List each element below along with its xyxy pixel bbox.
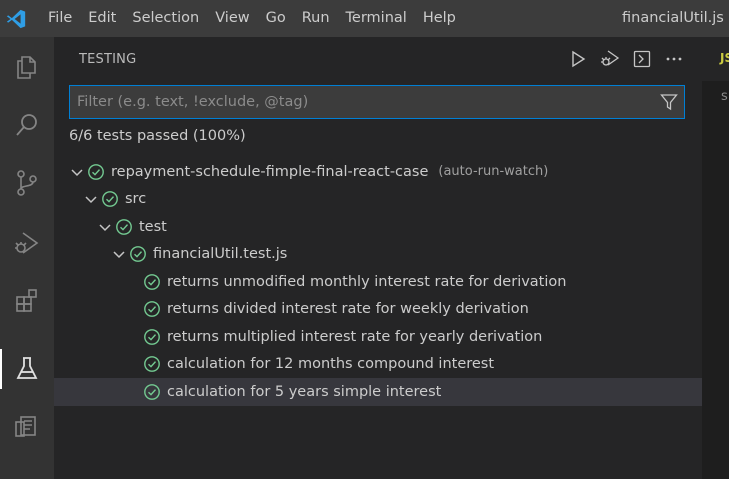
test-passed-icon — [129, 245, 147, 263]
sidebar-title: TESTING — [79, 52, 137, 67]
run-debug-icon[interactable] — [0, 219, 54, 267]
remote-explorer-icon[interactable] — [0, 403, 54, 451]
menu-terminal[interactable]: Terminal — [338, 0, 415, 37]
test-filter-input[interactable] — [75, 86, 659, 118]
sidebar-header: TESTING — [54, 37, 702, 81]
activity-bar — [0, 37, 54, 479]
filter-icon[interactable] — [660, 93, 678, 111]
test-tree-item-label: returns divided interest rate for weekly… — [167, 301, 529, 318]
header-actions — [566, 47, 686, 71]
test-tree-item-label: repayment-schedule-fimple-final-react-ca… — [111, 163, 429, 180]
chevron-down-icon[interactable] — [69, 164, 85, 180]
menu-view[interactable]: View — [207, 0, 257, 37]
test-tree-item-label: financialUtil.test.js — [153, 246, 288, 263]
editor-text: s — [721, 89, 728, 104]
test-passed-icon — [143, 355, 161, 373]
menu-bar: File Edit Selection View Go Run Terminal… — [40, 0, 464, 37]
test-tree-item-label: src — [125, 191, 147, 208]
menu-file[interactable]: File — [40, 0, 80, 37]
menu-go[interactable]: Go — [258, 0, 294, 37]
test-passed-icon — [115, 218, 133, 236]
search-icon[interactable] — [0, 101, 54, 149]
js-file-icon[interactable]: JS — [720, 51, 729, 65]
test-tree-item[interactable]: returns multiplied interest rate for yea… — [54, 323, 702, 351]
test-passed-icon — [101, 190, 119, 208]
testing-icon[interactable] — [0, 345, 54, 393]
test-tree-item-label: calculation for 12 months compound inter… — [167, 356, 495, 373]
chevron-down-icon[interactable] — [97, 219, 113, 235]
test-passed-icon — [143, 300, 161, 318]
test-passed-icon — [143, 328, 161, 346]
test-filter-box — [69, 85, 685, 119]
test-tree-item[interactable]: calculation for 5 years simple interest — [54, 378, 702, 406]
menu-selection[interactable]: Selection — [124, 0, 207, 37]
editor-tab-strip: JS — [702, 37, 729, 81]
chevron-down-icon[interactable] — [111, 246, 127, 262]
test-passed-icon — [87, 163, 105, 181]
extensions-icon[interactable] — [0, 277, 54, 325]
test-tree-item[interactable]: src — [54, 186, 702, 214]
title-bar: File Edit Selection View Go Run Terminal… — [0, 0, 729, 37]
test-tree-item-label: returns unmodified monthly interest rate… — [167, 273, 567, 290]
test-tree-item[interactable]: calculation for 12 months compound inter… — [54, 351, 702, 379]
window-title: financialUtil.js - r — [622, 10, 729, 26]
chevron-down-icon[interactable] — [83, 191, 99, 207]
menu-run[interactable]: Run — [294, 0, 338, 37]
menu-help[interactable]: Help — [415, 0, 464, 37]
test-passed-icon — [143, 383, 161, 401]
test-tree-item-label: returns multiplied interest rate for yea… — [167, 328, 543, 345]
test-tree: repayment-schedule-fimple-final-react-ca… — [54, 158, 702, 406]
debug-all-tests-icon[interactable] — [598, 47, 622, 71]
show-output-icon[interactable] — [630, 47, 654, 71]
test-tree-item-label: calculation for 5 years simple interest — [167, 383, 442, 400]
vscode-logo-icon — [0, 0, 32, 37]
test-tree-item[interactable]: returns divided interest rate for weekly… — [54, 296, 702, 324]
test-tree-item[interactable]: repayment-schedule-fimple-final-react-ca… — [54, 158, 702, 186]
test-tree-item[interactable]: financialUtil.test.js — [54, 241, 702, 269]
explorer-icon[interactable] — [0, 43, 54, 91]
editor-area: JS s — [702, 37, 729, 479]
more-actions-icon[interactable] — [662, 47, 686, 71]
source-control-icon[interactable] — [0, 159, 54, 207]
test-tree-item-label: test — [139, 218, 167, 235]
testing-sidebar: TESTING Filter (e.g. text, !exclude, @ta… — [54, 37, 702, 479]
test-tree-item[interactable]: returns unmodified monthly interest rate… — [54, 268, 702, 296]
test-tree-item[interactable]: test — [54, 213, 702, 241]
menu-edit[interactable]: Edit — [80, 0, 124, 37]
test-summary: 6/6 tests passed (100%) — [69, 128, 246, 144]
test-passed-icon — [143, 273, 161, 291]
test-tree-item-description: (auto-run-watch) — [438, 164, 549, 180]
run-all-tests-icon[interactable] — [566, 47, 590, 71]
